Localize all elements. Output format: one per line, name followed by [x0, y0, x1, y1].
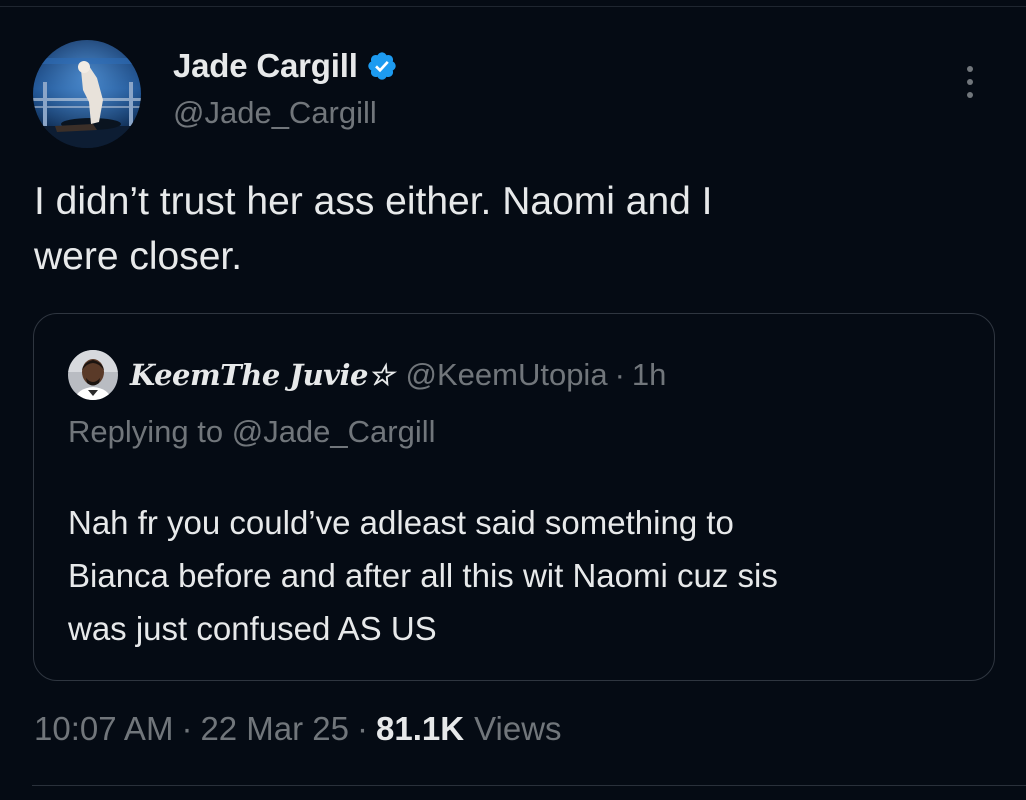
meta-separator: ·	[181, 710, 193, 747]
quoted-timestamp[interactable]: 1h	[632, 357, 666, 393]
tweet-time[interactable]: 10:07 AM	[34, 710, 173, 748]
author-display-name[interactable]: Jade Cargill	[173, 47, 358, 85]
replying-to-label: Replying to	[68, 414, 232, 449]
tweet-meta: 10:07 AM · 22 Mar 25 · 81.1K Views	[34, 707, 562, 751]
tweet-date[interactable]: 22 Mar 25	[200, 710, 349, 748]
quoted-author-avatar[interactable]	[68, 350, 118, 400]
top-divider	[0, 6, 1026, 7]
quoted-header: KeemThe Juvie☆ @KeemUtopia · 1h	[130, 350, 666, 400]
views-count[interactable]: 81.1K	[376, 710, 464, 748]
tweet-text: I didn’t trust her ass either. Naomi and…	[34, 180, 713, 278]
more-options-button[interactable]	[952, 58, 992, 102]
author-avatar[interactable]	[33, 40, 141, 148]
views-label[interactable]: Views	[474, 710, 561, 748]
quoted-handle[interactable]: @KeemUtopia	[406, 357, 608, 393]
bottom-divider	[32, 785, 1026, 786]
more-vertical-icon	[967, 66, 973, 98]
author-name-row: Jade Cargill	[173, 44, 398, 88]
author-handle[interactable]: @Jade_Cargill	[173, 95, 377, 131]
meta-separator: ·	[357, 710, 369, 747]
quoted-replying-to: Replying to @Jade_Cargill	[68, 414, 436, 450]
quoted-tweet-text: Nah fr you could’ve adleast said somethi…	[68, 504, 778, 647]
quoted-display-name[interactable]: KeemThe Juvie☆	[130, 358, 394, 392]
quoted-tweet-card[interactable]: KeemThe Juvie☆ @KeemUtopia · 1h Replying…	[33, 313, 995, 681]
replying-to-handle[interactable]: @Jade_Cargill	[232, 414, 436, 449]
verified-badge-icon	[366, 50, 398, 82]
quoted-separator: ·	[614, 357, 625, 392]
